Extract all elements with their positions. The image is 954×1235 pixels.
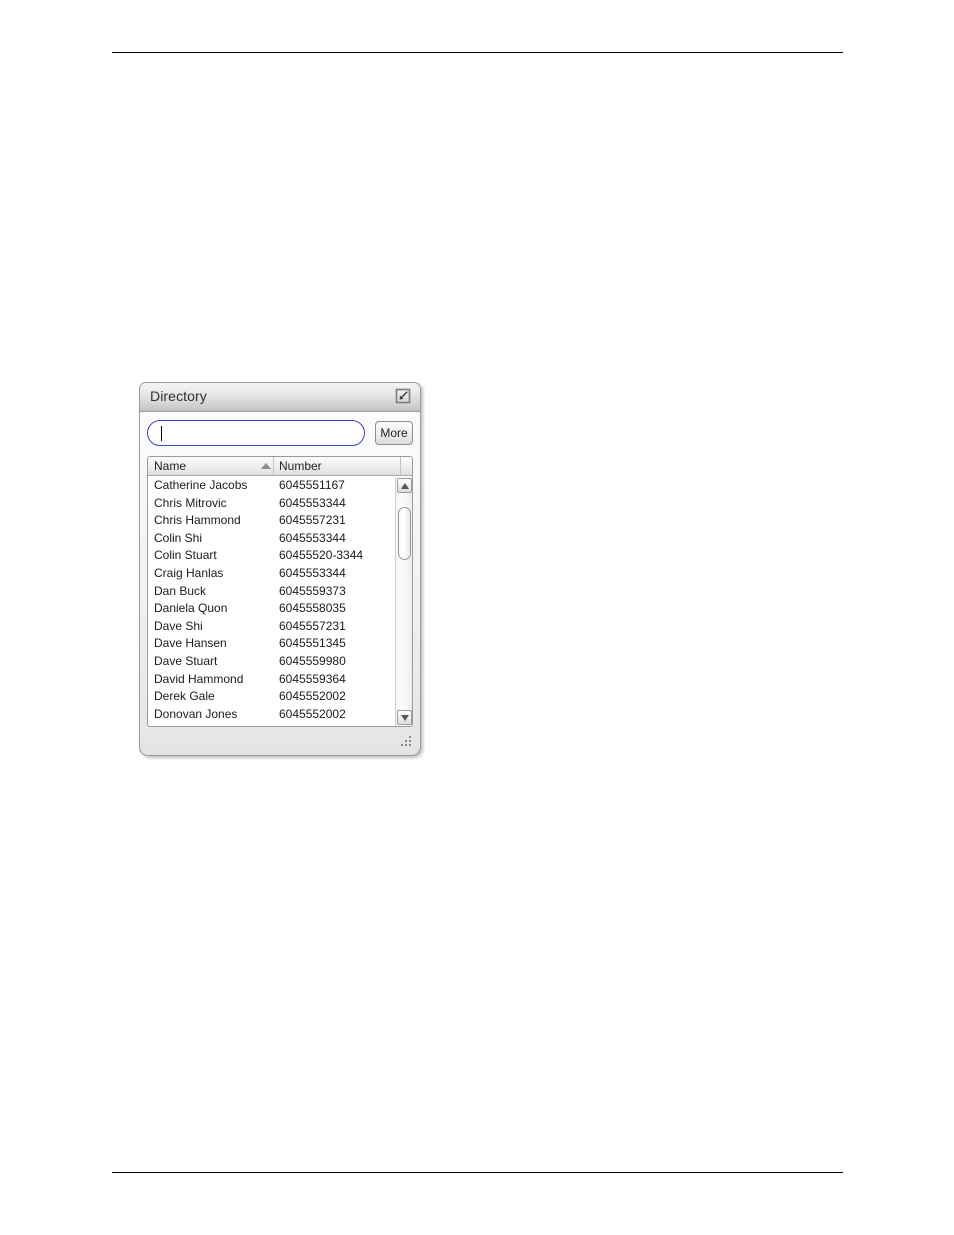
grip-dot	[405, 740, 407, 742]
table-row[interactable]: Catherine Jacobs 6045551167	[148, 477, 395, 495]
sort-ascending-icon	[261, 463, 271, 469]
table-body: Catherine Jacobs 6045551167 Chris Mitrovic…	[148, 477, 395, 726]
column-header-name[interactable]: Name	[154, 459, 186, 473]
grip-dot	[409, 736, 411, 738]
column-divider[interactable]	[273, 457, 274, 475]
cell-name: Daniela Quon	[154, 601, 228, 616]
window-titlebar[interactable]: Directory	[140, 383, 420, 412]
cell-number: 6045551167	[279, 478, 345, 492]
table-row[interactable]: Dave Shi 6045557231	[148, 618, 395, 636]
table-row[interactable]: Colin Shi 6045553344	[148, 530, 395, 548]
scroll-down-glyph	[401, 715, 409, 721]
scroll-up-arrow-icon[interactable]	[397, 478, 412, 493]
cell-number: 6045557231	[279, 513, 346, 528]
cell-number: 6045559373	[279, 583, 346, 598]
table-row[interactable]: David Hammond 6045559364	[148, 671, 395, 689]
cell-number: 6045559980	[279, 653, 346, 668]
cell-name: Dave Shi	[154, 618, 203, 633]
cell-name: Donovan Jones	[154, 706, 238, 721]
cell-name: Chris Mitrovic	[154, 495, 227, 510]
cell-number: 6045552002	[279, 706, 346, 721]
search-caret	[161, 426, 162, 441]
table-row[interactable]: Dave Hansen 6045551345	[148, 635, 395, 653]
cell-name: Dan Buck	[154, 583, 207, 598]
table-row[interactable]: Craig Hanlas 6045553344	[148, 565, 395, 583]
cell-number: 60455520-3344	[279, 548, 364, 563]
table-row[interactable]: Daniela Quon 6045558035	[148, 600, 395, 618]
window-body: More Name Number Catherine Jacobs 6045551…	[140, 412, 420, 755]
cell-name: Dave Stuart	[154, 653, 218, 668]
search-row: More	[147, 420, 413, 448]
table-row[interactable]: Derek Gale 6045552002	[148, 688, 395, 706]
table-row[interactable]: Dan Buck 6045559373	[148, 583, 395, 601]
cell-number: 6045551345	[279, 636, 346, 651]
search-input[interactable]	[147, 420, 365, 446]
scroll-up-glyph	[401, 483, 409, 489]
cell-name: David Hammond	[154, 671, 244, 686]
cell-name: Craig Hanlas	[154, 565, 224, 580]
more-button[interactable]: More	[375, 421, 413, 445]
cell-name: Colin Stuart	[154, 548, 217, 563]
cell-name: Chris Hammond	[154, 513, 241, 528]
table-row[interactable]: Dave Stuart 6045559980	[148, 653, 395, 671]
window-title: Directory	[150, 388, 207, 404]
table-row[interactable]: Chris Hammond 6045557231	[148, 512, 395, 530]
cell-number: 6045559364	[279, 671, 346, 686]
scrollbar-thumb[interactable]	[398, 507, 411, 560]
table-row[interactable]: Chris Mitrovic 6045553344	[148, 495, 395, 513]
table-header-row: Name Number	[148, 457, 412, 476]
column-header-number[interactable]: Number	[279, 459, 322, 473]
directory-table: Name Number Catherine Jacobs 6045551167 Ch…	[147, 456, 413, 727]
cell-name: Colin Shi	[154, 530, 203, 545]
table-row[interactable]: Donovan Jones 6045552002	[148, 706, 395, 724]
scroll-down-arrow-icon[interactable]	[397, 710, 412, 725]
resize-grip-icon[interactable]	[400, 735, 412, 747]
page-footer-rule	[112, 1172, 843, 1173]
grip-dot	[409, 740, 411, 742]
cell-name: Dave Hansen	[154, 636, 227, 651]
cell-number: 6045553344	[279, 495, 346, 510]
page-header-rule	[112, 52, 843, 53]
restore-window-icon[interactable]	[395, 388, 411, 404]
table-row[interactable]: Colin Stuart 60455520-3344	[148, 547, 395, 565]
cell-number: 6045552002	[279, 689, 346, 704]
column-divider[interactable]	[400, 457, 401, 475]
grip-dot	[401, 744, 403, 746]
cell-number: 6045557231	[279, 618, 346, 633]
directory-window: Directory More Name Number Catherine Jac	[139, 382, 421, 756]
cell-name: Derek Gale	[154, 689, 215, 704]
cell-number: 6045558035	[279, 601, 346, 616]
grip-dot	[409, 744, 411, 746]
cell-number: 6045553344	[279, 530, 346, 545]
cell-number: 6045553344	[279, 565, 346, 580]
cell-name: Catherine Jacobs	[154, 478, 248, 492]
grip-dot	[405, 744, 407, 746]
table-scrollbar[interactable]	[395, 477, 412, 726]
